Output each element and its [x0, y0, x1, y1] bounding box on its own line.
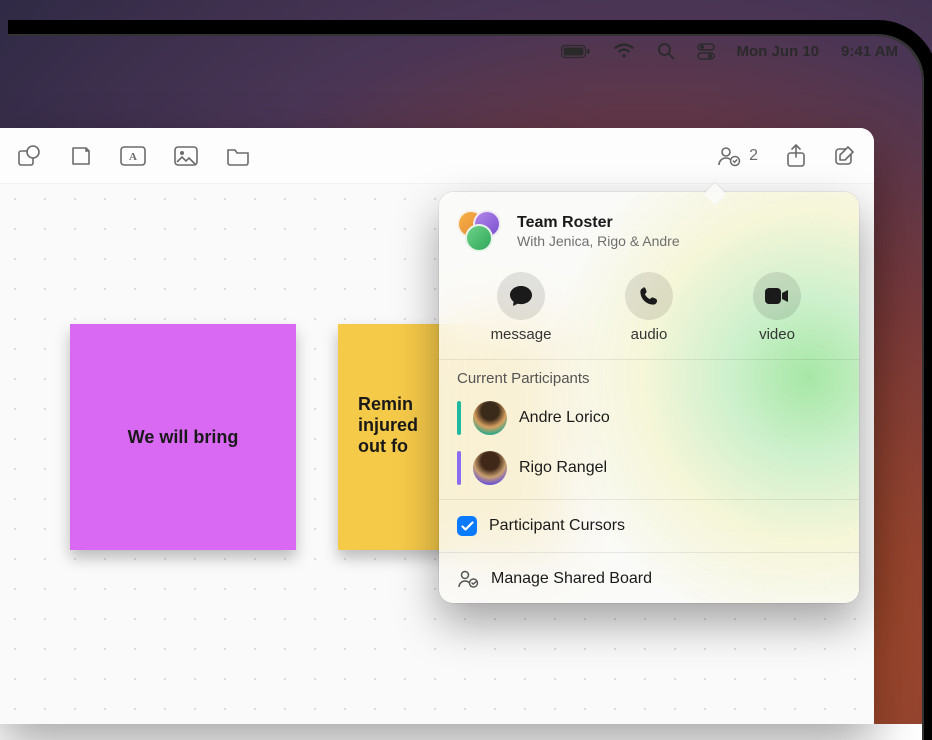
action-label: video	[759, 326, 795, 343]
control-center-icon[interactable]	[697, 43, 715, 60]
message-icon	[497, 272, 545, 320]
popover-arrow	[706, 184, 724, 194]
manage-shared-board[interactable]: Manage Shared Board	[439, 559, 859, 599]
participant-cursors-toggle[interactable]: Participant Cursors	[439, 506, 859, 546]
shapes-tool-icon[interactable]	[18, 145, 42, 167]
popover-header: Team Roster With Jenica, Rigo & Andre	[439, 210, 859, 266]
video-icon	[753, 272, 801, 320]
sticky-text: We will bring	[128, 427, 239, 448]
checkbox-checked-icon	[457, 516, 477, 536]
menubar-time[interactable]: 9:41 AM	[841, 43, 898, 60]
wifi-icon[interactable]	[613, 43, 635, 59]
popover-subtitle: With Jenica, Rigo & Andre	[517, 233, 680, 249]
menubar: Mon Jun 10 9:41 AM	[0, 34, 918, 68]
sticky-tool-icon[interactable]	[70, 145, 92, 167]
battery-icon[interactable]	[561, 44, 591, 59]
video-action[interactable]: video	[722, 272, 832, 343]
collaboration-popover: Team Roster With Jenica, Rigo & Andre me…	[439, 192, 859, 603]
avatar-icon	[465, 224, 493, 252]
compose-button[interactable]	[834, 145, 856, 167]
row-label: Participant Cursors	[489, 517, 625, 535]
participant-row[interactable]: Andre Lorico	[439, 393, 859, 443]
files-tool-icon[interactable]	[226, 146, 250, 166]
sticky-text: Remin injuredout fo	[358, 394, 418, 457]
svg-text:A: A	[129, 151, 137, 163]
participant-avatar-icon	[473, 451, 507, 485]
phone-icon	[625, 272, 673, 320]
divider	[439, 552, 859, 553]
action-label: message	[491, 326, 552, 343]
sticky-note-purple[interactable]: We will bring	[70, 324, 296, 550]
participant-row[interactable]: Rigo Rangel	[439, 443, 859, 493]
share-button[interactable]	[786, 144, 806, 168]
message-action[interactable]: message	[466, 272, 576, 343]
spotlight-icon[interactable]	[657, 42, 675, 60]
participant-color-bar	[457, 401, 461, 435]
audio-action[interactable]: audio	[594, 272, 704, 343]
participant-avatar-icon	[473, 401, 507, 435]
row-label: Manage Shared Board	[491, 570, 652, 588]
participant-color-bar	[457, 451, 461, 485]
toolbar: A 2	[0, 128, 874, 184]
group-avatar-stack	[457, 210, 503, 252]
collab-count: 2	[749, 147, 758, 165]
manage-share-icon	[457, 569, 479, 589]
menubar-date[interactable]: Mon Jun 10	[737, 43, 820, 60]
action-label: audio	[631, 326, 668, 343]
current-participants-header: Current Participants	[439, 360, 859, 393]
divider	[439, 499, 859, 500]
popover-actions: message audio video	[439, 266, 859, 360]
popover-title: Team Roster	[517, 214, 680, 232]
text-box-tool-icon[interactable]: A	[120, 146, 146, 166]
participant-name: Rigo Rangel	[519, 459, 607, 477]
collaborate-button[interactable]	[717, 145, 741, 167]
image-tool-icon[interactable]	[174, 146, 198, 166]
participant-name: Andre Lorico	[519, 409, 610, 427]
